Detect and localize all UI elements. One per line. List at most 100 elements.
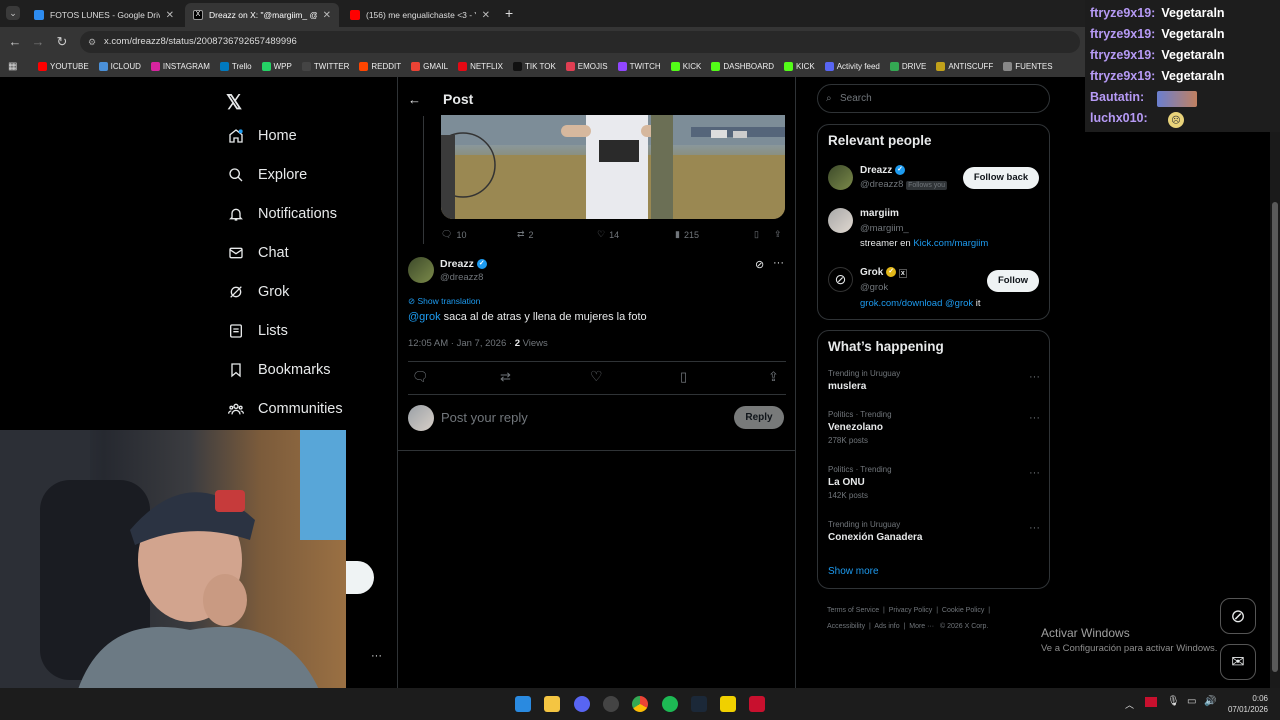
- grok-fab-button[interactable]: ⊘: [1220, 598, 1256, 634]
- footer-link[interactable]: Terms of Service: [827, 607, 879, 614]
- page-scrollbar[interactable]: [1270, 77, 1280, 688]
- bookmark-item[interactable]: ICLOUD: [98, 62, 141, 71]
- sidebar-item-home[interactable]: Home: [228, 128, 297, 144]
- volume-icon[interactable]: 🔊: [1204, 696, 1216, 707]
- bookmark-item[interactable]: TWITTER: [301, 62, 349, 71]
- tab-youtube[interactable]: (156) me engualichaste <3 - You ✕: [342, 3, 498, 27]
- bookmark-item[interactable]: EMOJIS: [565, 62, 608, 71]
- file-explorer-icon[interactable]: [544, 696, 560, 712]
- close-tab-icon[interactable]: ✕: [166, 10, 174, 21]
- trend-more-icon[interactable]: ···: [1029, 522, 1040, 534]
- bookmark-item[interactable]: ANTISCUFF: [936, 62, 993, 71]
- microphone-icon[interactable]: 🎙: [1167, 696, 1180, 707]
- x-logo-icon[interactable]: 𝕏: [226, 90, 242, 115]
- bio-link[interactable]: grok.com/download: [860, 298, 942, 309]
- obs-icon[interactable]: [603, 696, 619, 712]
- bio-link[interactable]: Kick.com/margiim: [913, 238, 988, 249]
- author-name[interactable]: Dreazz ✓: [440, 258, 487, 270]
- tray-app-icon[interactable]: [1145, 697, 1157, 707]
- trend-item[interactable]: Trending in Uruguay Conexión Ganadera ···: [828, 520, 1040, 543]
- reload-icon[interactable]: ↻: [53, 33, 71, 51]
- search-input[interactable]: ⌕ Search: [817, 84, 1050, 113]
- avatar[interactable]: [408, 257, 434, 283]
- bookmark-item[interactable]: DASHBOARD: [711, 62, 774, 71]
- person-name[interactable]: Dreazz ✓: [860, 165, 906, 176]
- tab-google-drive[interactable]: FOTOS LUNES - Google Drive ✕: [26, 3, 182, 27]
- trend-item[interactable]: Politics · Trending La ONU 142K posts ···: [828, 465, 1040, 500]
- tab-x-post[interactable]: X Dreazz on X: "@margiim_ @gro ✕: [185, 3, 339, 27]
- footer-link[interactable]: Privacy Policy: [889, 607, 933, 614]
- reply-count[interactable]: 🗨 10: [441, 229, 466, 240]
- grok-avatar-icon[interactable]: ⊘: [828, 267, 853, 292]
- site-info-icon[interactable]: ⚙: [88, 31, 96, 53]
- trend-item[interactable]: Trending in Uruguay muslera ···: [828, 369, 1040, 392]
- back-icon[interactable]: ←: [6, 33, 24, 51]
- bio-mention[interactable]: @grok: [945, 298, 973, 309]
- post-more-icon[interactable]: ···: [773, 257, 784, 269]
- sidebar-item-communities[interactable]: Communities: [228, 401, 343, 417]
- new-tab-icon[interactable]: +: [505, 5, 513, 21]
- bookmark-item[interactable]: FUENTES: [1003, 62, 1053, 71]
- tray-chevron-icon[interactable]: ︿: [1125, 698, 1134, 711]
- sidebar-item-grok[interactable]: Grok: [228, 284, 289, 300]
- app-icon[interactable]: [749, 696, 765, 712]
- tab-search-button[interactable]: ⌄: [6, 6, 20, 20]
- trend-more-icon[interactable]: ···: [1029, 371, 1040, 383]
- bookmark-item[interactable]: Trello: [219, 62, 252, 71]
- bookmark-item[interactable]: INSTAGRAM: [150, 62, 210, 71]
- close-tab-icon[interactable]: ✕: [323, 10, 331, 21]
- scrollbar-thumb[interactable]: [1272, 202, 1278, 672]
- discord-icon[interactable]: [574, 696, 590, 712]
- reply-button[interactable]: Reply: [734, 406, 784, 429]
- grok-explain-icon[interactable]: ⊘: [755, 258, 764, 271]
- bookmark-item[interactable]: YOUTUBE: [38, 62, 89, 71]
- person-name[interactable]: margiim: [860, 208, 899, 219]
- previous-post-photo[interactable]: [441, 115, 785, 219]
- avatar[interactable]: [828, 165, 853, 190]
- apps-grid-icon[interactable]: ▦: [8, 61, 17, 72]
- follow-button[interactable]: Follow: [987, 270, 1039, 292]
- sidebar-item-chat[interactable]: Chat: [228, 245, 289, 261]
- like-count[interactable]: ♡ 14: [597, 229, 619, 240]
- view-count[interactable]: ▮ 215: [675, 229, 699, 240]
- show-more-link[interactable]: Show more: [828, 566, 879, 577]
- bookmark-item[interactable]: GMAIL: [411, 62, 448, 71]
- show-translation[interactable]: ⊘ Show translation: [408, 296, 480, 307]
- messages-fab-button[interactable]: ✉: [1220, 644, 1256, 680]
- repost-icon[interactable]: ⇄: [500, 369, 511, 385]
- bookmark-icon[interactable]: ▯: [680, 369, 687, 385]
- url-field[interactable]: ⚙ x.com/dreazz8/status/20087367926574899…: [80, 31, 1080, 53]
- author-handle[interactable]: @dreazz8: [440, 272, 483, 283]
- person-name[interactable]: Grok ✓ x: [860, 267, 907, 278]
- share-icon[interactable]: ⇪: [768, 369, 779, 385]
- bookmark-item[interactable]: Activity feed: [824, 62, 880, 71]
- steam-icon[interactable]: [691, 696, 707, 712]
- bookmark-item[interactable]: WPP: [261, 62, 292, 71]
- heart-icon[interactable]: ♡: [590, 368, 603, 385]
- trend-item[interactable]: Politics · Trending Venezolano 278K posts ·…: [828, 410, 1040, 445]
- mention-link[interactable]: @grok: [408, 311, 441, 323]
- bookmark-item[interactable]: KICK: [670, 62, 701, 71]
- bookmark-item[interactable]: TIK TOK: [512, 62, 556, 71]
- trend-more-icon[interactable]: ···: [1029, 467, 1040, 479]
- reply-icon[interactable]: 🗨: [412, 369, 429, 385]
- trend-more-icon[interactable]: ···: [1029, 412, 1040, 424]
- reply-input[interactable]: Post your reply: [441, 410, 528, 425]
- bookmark-item[interactable]: TWITCH: [617, 62, 661, 71]
- sidebar-item-notifications[interactable]: Notifications: [228, 206, 337, 222]
- sticky-notes-icon[interactable]: [720, 696, 736, 712]
- sidebar-item-lists[interactable]: Lists: [228, 323, 288, 339]
- footer-link[interactable]: More ···: [909, 623, 934, 630]
- back-arrow-icon[interactable]: ←: [408, 92, 421, 107]
- bookmark-button[interactable]: ▯: [754, 229, 759, 240]
- network-icon[interactable]: ▭: [1187, 696, 1196, 707]
- system-clock[interactable]: 0:06 07/01/2026: [1226, 693, 1268, 715]
- share-button[interactable]: ⇪: [774, 229, 782, 240]
- more-account-icon[interactable]: ···: [371, 650, 382, 662]
- bookmark-item[interactable]: DRIVE: [889, 62, 926, 71]
- footer-link[interactable]: Accessibility: [827, 623, 865, 630]
- footer-link[interactable]: Ads info: [874, 623, 899, 630]
- start-menu-icon[interactable]: [515, 696, 531, 712]
- follow-back-button[interactable]: Follow back: [963, 167, 1039, 189]
- chrome-icon[interactable]: [632, 696, 648, 712]
